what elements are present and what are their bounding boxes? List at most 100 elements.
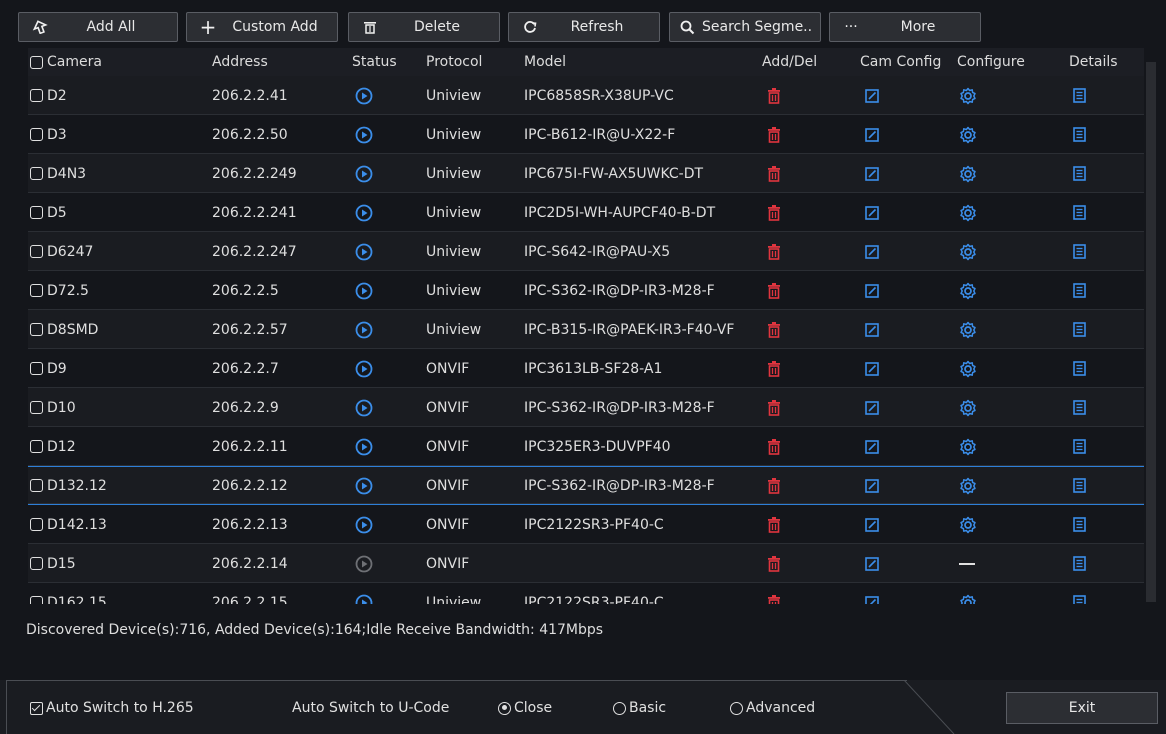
exit-button[interactable]: Exit [1006,692,1158,724]
cam-config-icon[interactable] [865,193,879,232]
status-online-icon[interactable] [355,154,373,193]
cam-config-icon[interactable] [865,467,879,504]
row-checkbox[interactable] [30,518,43,531]
table-row[interactable]: D9 206.2.2.7 ONVIF IPC3613LB-SF28-A1 [28,349,1144,388]
ucode-close-radio[interactable] [498,701,511,715]
delete-icon[interactable] [767,505,781,544]
ucode-basic-radio[interactable] [613,701,626,715]
row-checkbox[interactable] [30,362,43,375]
row-checkbox[interactable] [30,479,43,492]
status-online-icon[interactable] [355,349,373,388]
gear-icon[interactable] [959,154,977,193]
row-checkbox[interactable] [30,440,43,453]
details-icon[interactable] [1073,505,1086,544]
delete-icon[interactable] [767,115,781,154]
details-icon[interactable] [1073,388,1086,427]
table-row[interactable]: D72.5 206.2.2.5 Uniview IPC-S362-IR@DP-IR3-… [28,271,1144,310]
status-online-icon[interactable] [355,310,373,349]
table-row[interactable]: D2 206.2.2.41 Uniview IPC6858SR-X38UP-VC [28,76,1144,115]
gear-icon[interactable] [959,115,977,154]
status-online-icon[interactable] [355,388,373,427]
add-all-button[interactable]: Add All [18,12,178,42]
table-row[interactable]: D15 206.2.2.14 ONVIF [28,544,1144,583]
delete-icon[interactable] [767,427,781,466]
row-checkbox[interactable] [30,557,43,570]
delete-icon[interactable] [767,544,781,583]
row-checkbox[interactable] [30,401,43,414]
details-icon[interactable] [1073,115,1086,154]
gear-icon[interactable] [959,193,977,232]
details-icon[interactable] [1073,544,1086,583]
gear-icon[interactable] [959,583,977,604]
header-camera[interactable]: Camera [30,48,102,76]
table-row[interactable]: D8SMD 206.2.2.57 Uniview IPC-B315-IR@PAEK-I… [28,310,1144,349]
gear-icon[interactable] [959,271,977,310]
cam-config-icon[interactable] [865,76,879,115]
cam-config-icon[interactable] [865,115,879,154]
details-icon[interactable] [1073,427,1086,466]
gear-icon[interactable] [959,232,977,271]
table-row[interactable]: D142.13 206.2.2.13 ONVIF IPC2122SR3-PF40-C [28,505,1144,544]
custom-add-button[interactable]: + Custom Add [186,12,338,42]
delete-icon[interactable] [767,193,781,232]
ucode-advanced-radio[interactable] [730,701,743,715]
table-row[interactable]: D5 206.2.2.241 Uniview IPC2D5I-WH-AUPCF40-B… [28,193,1144,232]
row-checkbox[interactable] [30,284,43,297]
status-online-icon[interactable] [355,76,373,115]
search-segment-button[interactable]: Search Segme.. [669,12,821,42]
gear-icon[interactable] [959,349,977,388]
cam-config-icon[interactable] [865,271,879,310]
row-checkbox[interactable] [30,128,43,141]
auto-h265-checkbox[interactable] [30,701,43,715]
status-online-icon[interactable] [355,193,373,232]
gear-icon[interactable] [959,388,977,427]
gear-icon[interactable] [959,76,977,115]
row-checkbox[interactable] [30,167,43,180]
details-icon[interactable] [1073,349,1086,388]
ucode-basic-option[interactable]: Basic [613,700,666,716]
details-icon[interactable] [1073,271,1086,310]
details-icon[interactable] [1073,154,1086,193]
status-online-icon[interactable] [355,505,373,544]
gear-icon[interactable] [959,505,977,544]
status-online-icon[interactable] [355,583,373,604]
gear-icon[interactable] [959,310,977,349]
details-icon[interactable] [1073,583,1086,604]
cam-config-icon[interactable] [865,154,879,193]
table-row[interactable]: D6247 206.2.2.247 Uniview IPC-S642-IR@PAU-X… [28,232,1144,271]
cam-config-icon[interactable] [865,583,879,604]
details-icon[interactable] [1073,310,1086,349]
auto-h265-option[interactable]: Auto Switch to H.265 [30,700,194,716]
table-row[interactable]: D132.12 206.2.2.12 ONVIF IPC-S362-IR@DP-IR3… [28,466,1144,505]
row-checkbox[interactable] [30,245,43,258]
cam-config-icon[interactable] [865,349,879,388]
delete-icon[interactable] [767,76,781,115]
select-all-checkbox[interactable] [30,55,43,69]
table-row[interactable]: D4N3 206.2.2.249 Uniview IPC675I-FW-AX5UWKC… [28,154,1144,193]
delete-icon[interactable] [767,388,781,427]
status-online-icon[interactable] [355,115,373,154]
delete-icon[interactable] [767,349,781,388]
row-checkbox[interactable] [30,596,43,604]
details-icon[interactable] [1073,193,1086,232]
more-button[interactable]: ··· More [829,12,981,42]
delete-icon[interactable] [767,271,781,310]
table-scrollbar[interactable] [1146,62,1156,602]
cam-config-icon[interactable] [865,310,879,349]
delete-icon[interactable] [767,583,781,604]
refresh-button[interactable]: Refresh [508,12,660,42]
details-icon[interactable] [1073,467,1086,504]
delete-icon[interactable] [767,467,781,504]
status-online-icon[interactable] [355,271,373,310]
cam-config-icon[interactable] [865,544,879,583]
row-checkbox[interactable] [30,89,43,102]
status-online-icon[interactable] [355,467,373,504]
table-row[interactable]: D162.15 206.2.2.15 Uniview IPC2122SR3-PF40-… [28,583,1144,604]
table-row[interactable]: D12 206.2.2.11 ONVIF IPC325ER3-DUVPF40 [28,427,1144,466]
delete-icon[interactable] [767,154,781,193]
ucode-advanced-option[interactable]: Advanced [730,700,815,716]
scrollbar-thumb[interactable] [1146,62,1156,602]
table-row[interactable]: D3 206.2.2.50 Uniview IPC-B612-IR@U-X22-F [28,115,1144,154]
details-icon[interactable] [1073,76,1086,115]
gear-icon[interactable] [959,467,977,504]
